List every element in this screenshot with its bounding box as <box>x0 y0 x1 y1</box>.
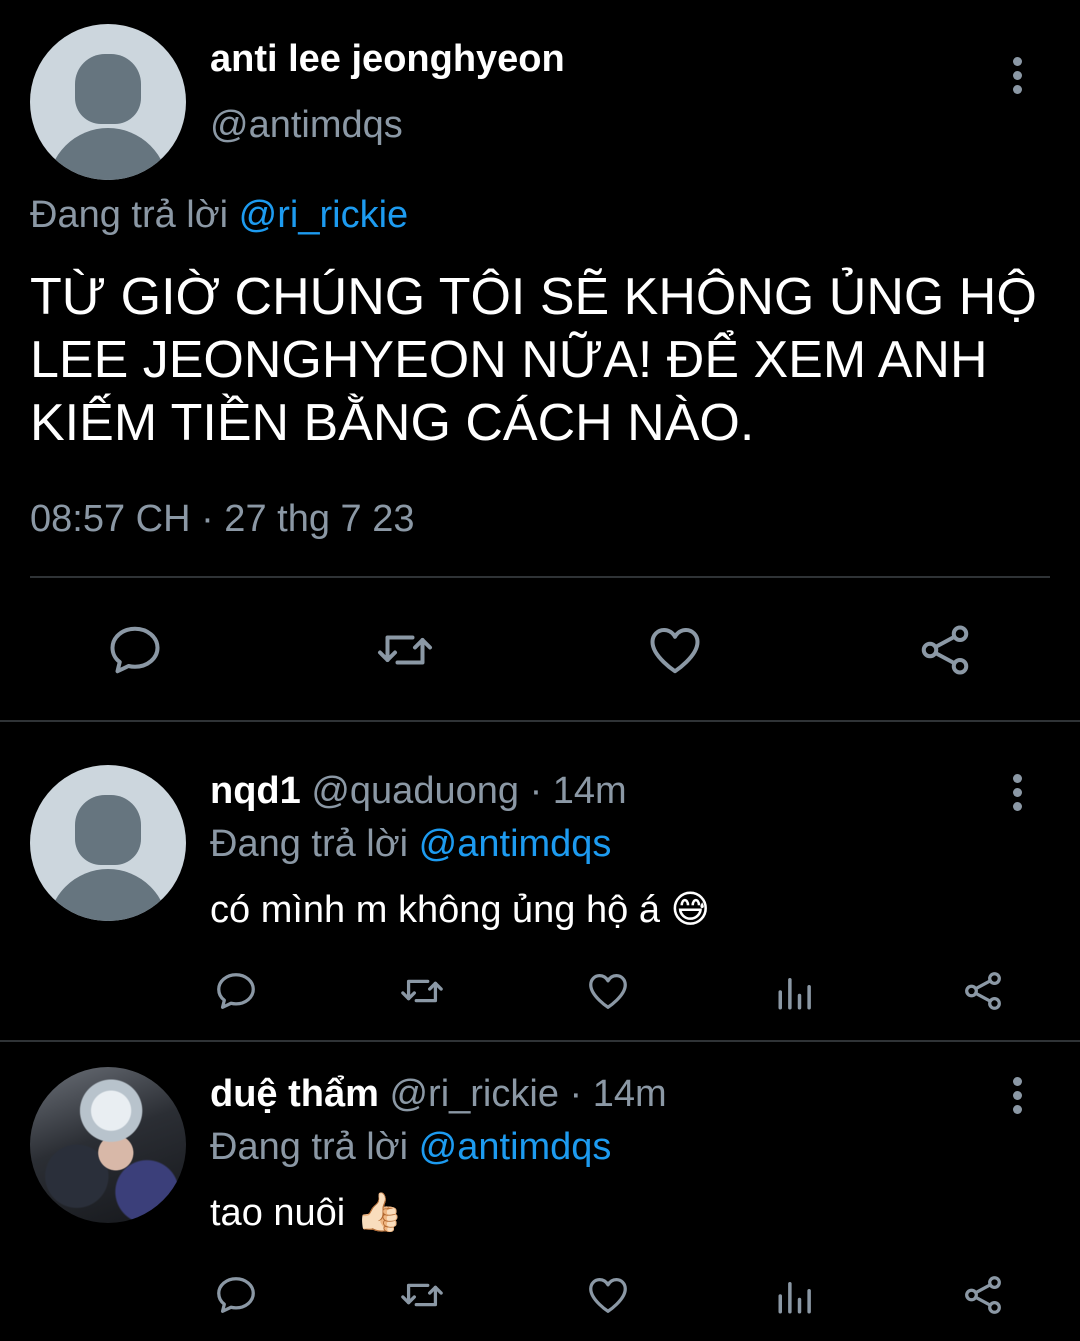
more-options-icon[interactable] <box>1011 774 1023 816</box>
handle[interactable]: @ri_rickie <box>389 1073 558 1115</box>
reply-to-link[interactable]: @antimdqs <box>419 823 612 865</box>
tweet-text-line: KIẾM TIỀN BẰNG CÁCH NÀO. <box>30 394 755 452</box>
display-name[interactable]: anti lee jeonghyeon <box>210 38 565 81</box>
handle[interactable]: @quaduong <box>311 770 519 812</box>
reply-header: nqd1 @quaduong · 14m <box>210 770 627 813</box>
reply-prefix: Đang trả lời <box>210 823 409 865</box>
views-icon[interactable] <box>775 970 817 1019</box>
display-name[interactable]: duệ thẩm <box>210 1073 379 1115</box>
divider <box>0 720 1080 722</box>
share-icon[interactable] <box>915 620 975 685</box>
relative-time[interactable]: · 14m <box>530 770 627 812</box>
reply-text: có mình m không ủng hộ á 😅 <box>210 889 711 931</box>
avatar[interactable] <box>30 765 186 921</box>
avatar[interactable] <box>30 1067 186 1223</box>
share-icon[interactable] <box>960 968 1006 1019</box>
share-icon[interactable] <box>960 1272 1006 1323</box>
reply-to-link[interactable]: @ri_rickie <box>239 194 408 236</box>
reply-icon[interactable] <box>105 620 165 685</box>
more-options-icon[interactable] <box>1011 57 1023 99</box>
like-icon[interactable] <box>585 968 631 1019</box>
reply-prefix: Đang trả lời <box>210 1126 409 1168</box>
reply-icon[interactable] <box>213 968 259 1019</box>
divider <box>30 576 1050 578</box>
like-icon[interactable] <box>645 620 705 685</box>
handle[interactable]: @antimdqs <box>210 104 403 147</box>
reply-prefix: Đang trả lời <box>30 194 229 236</box>
replying-to: Đang trả lời @ri_rickie <box>30 194 408 237</box>
reply-header: duệ thẩm @ri_rickie · 14m <box>210 1073 667 1116</box>
reply-icon[interactable] <box>213 1272 259 1323</box>
retweet-icon[interactable] <box>373 620 437 685</box>
tweet-text-line: LEE JEONGHYEON NỮA! ĐỂ XEM ANH <box>30 331 988 389</box>
like-icon[interactable] <box>585 1272 631 1323</box>
divider <box>0 1040 1080 1042</box>
retweet-icon[interactable] <box>396 1272 448 1323</box>
reply-text: tao nuôi 👍🏻 <box>210 1192 404 1234</box>
retweet-icon[interactable] <box>396 968 448 1019</box>
replying-to: Đang trả lời @antimdqs <box>210 1126 611 1169</box>
display-name[interactable]: nqd1 <box>210 770 301 812</box>
tweet-text-line: TỪ GIỜ CHÚNG TÔI SẼ KHÔNG ỦNG HỘ <box>30 268 1037 326</box>
timestamp[interactable]: 08:57 CH · 27 thg 7 23 <box>30 498 414 541</box>
relative-time[interactable]: · 14m <box>570 1073 667 1115</box>
tweet-text: TỪ GIỜ CHÚNG TÔI SẼ KHÔNG ỦNG HỘ LEE JEO… <box>30 266 1037 455</box>
more-options-icon[interactable] <box>1011 1077 1023 1119</box>
replying-to: Đang trả lời @antimdqs <box>210 823 611 866</box>
reply-to-link[interactable]: @antimdqs <box>419 1126 612 1168</box>
avatar[interactable] <box>30 24 186 180</box>
views-icon[interactable] <box>775 1274 817 1323</box>
